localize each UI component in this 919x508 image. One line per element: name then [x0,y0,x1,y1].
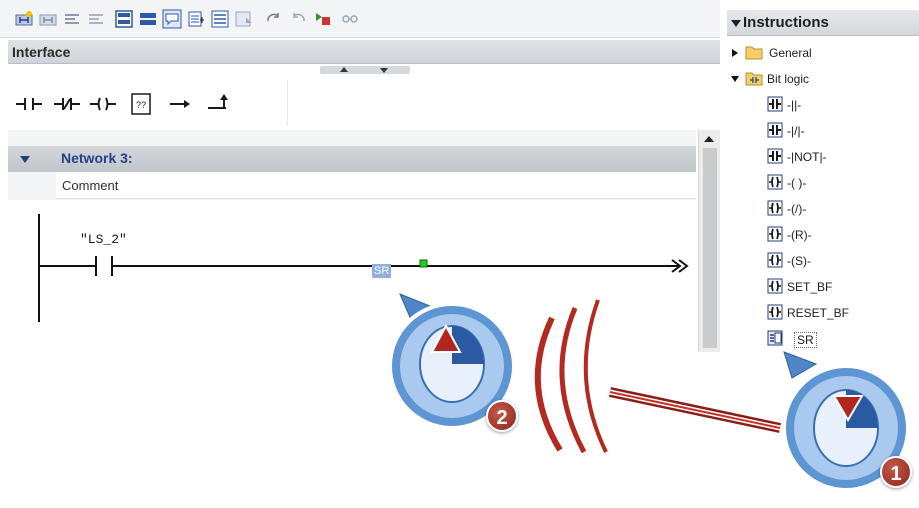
motion-arc [534,316,563,452]
drag-drop-tutorial-overlay [388,293,910,492]
mouse-cable-core [609,391,781,429]
dragged-instruction-label: SR [372,264,392,278]
motion-arc [559,307,587,454]
step-1-badge: 1 [880,456,912,488]
step-2-badge: 2 [486,400,518,432]
motion-arc [583,299,608,453]
